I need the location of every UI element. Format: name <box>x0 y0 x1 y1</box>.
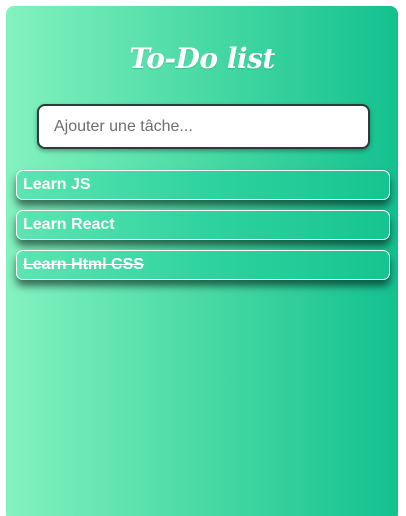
task-label: Learn JS <box>23 176 91 193</box>
task-input-wrapper <box>37 104 370 149</box>
task-input[interactable] <box>39 106 368 147</box>
task-item-learn-js[interactable]: Learn JS <box>16 170 390 200</box>
task-label: Learn React <box>23 216 115 233</box>
task-item-learn-react[interactable]: Learn React <box>16 210 390 240</box>
app-title: To-Do list <box>129 42 275 75</box>
task-label: Learn Html CSS <box>23 256 144 273</box>
task-item-learn-html-css[interactable]: Learn Html CSS <box>16 250 390 280</box>
task-list: Learn JS Learn React Learn Html CSS <box>16 170 390 290</box>
todo-card: To-Do list Learn JS Learn React Learn Ht… <box>4 4 400 516</box>
